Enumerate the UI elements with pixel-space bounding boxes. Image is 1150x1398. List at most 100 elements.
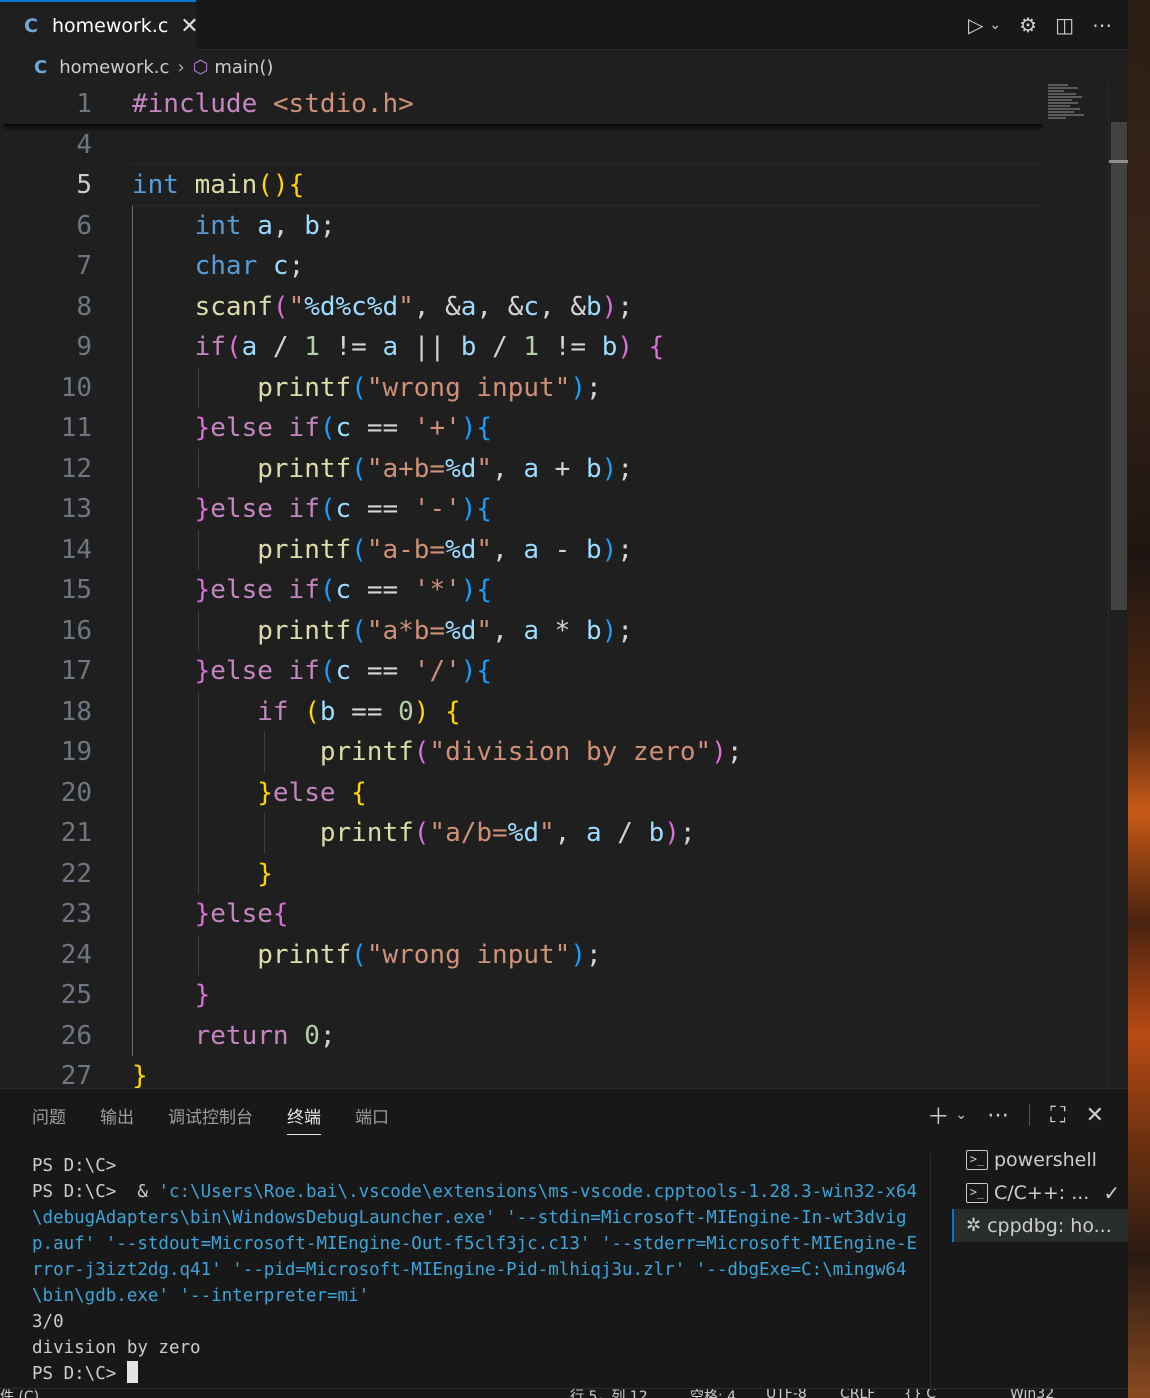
code-line[interactable]: 11 }else if(c == '+'){	[0, 408, 1108, 448]
code-line[interactable]: 23 }else{	[0, 894, 1108, 934]
code-line[interactable]: 13 }else if(c == '-'){	[0, 489, 1108, 529]
terminal-icon: >_	[966, 1182, 988, 1203]
tab-homework-c[interactable]: C homework.c ✕	[0, 0, 199, 50]
panel-tab[interactable]: 调试控制台	[168, 1103, 253, 1135]
status-platform[interactable]: Win32	[1010, 1389, 1054, 1398]
token: "division by zero"	[429, 737, 712, 767]
symbol-method-icon: ⬡	[192, 56, 209, 78]
status-eol[interactable]: CRLF	[840, 1389, 875, 1398]
token: #include	[132, 89, 258, 119]
code-line[interactable]: 10 printf("wrong input");	[0, 368, 1108, 408]
run-icon[interactable]: ▷	[968, 13, 983, 37]
code-line[interactable]: 9 if(a / 1 != a || b / 1 != b) {	[0, 327, 1108, 367]
scrollbar-thumb[interactable]	[1111, 122, 1127, 610]
code-line[interactable]: 16 printf("a*b=%d", a * b);	[0, 611, 1108, 651]
code-text: }else if(c == '+'){	[132, 408, 492, 448]
line-number: 6	[76, 210, 92, 241]
line-number: 7	[76, 251, 92, 281]
add-terminal-icon[interactable]: ＋	[927, 1099, 949, 1131]
status-cursor-position[interactable]: 行 5，列 12	[570, 1389, 648, 1398]
code-line[interactable]: 5 int main(){	[0, 165, 1108, 205]
code-text: }else{	[132, 894, 289, 934]
check-icon: ✓	[1103, 1180, 1121, 1205]
code-line[interactable]: 12 printf("a+b=%d", a + b);	[0, 449, 1108, 489]
token: {	[476, 575, 493, 605]
code-line[interactable]: 24 printf("wrong input");	[0, 935, 1108, 975]
code-line[interactable]: 18 if (b == 0) {	[0, 692, 1108, 732]
token: ,	[492, 453, 524, 484]
terminal-item-powershell[interactable]: >_ powershell	[952, 1143, 1128, 1176]
token: '-'	[413, 494, 461, 524]
token: ;	[585, 372, 602, 403]
code-line[interactable]: 1 #include <stdio.h>	[0, 84, 1108, 124]
breadcrumb-symbol[interactable]: main()	[214, 57, 273, 78]
panel-tab[interactable]: 输出	[100, 1103, 134, 1135]
token: }	[194, 575, 211, 605]
line-number: 17	[60, 656, 92, 686]
token: printf	[257, 615, 352, 646]
code-line[interactable]: 22 }	[0, 854, 1108, 894]
code-text: printf("wrong input");	[132, 368, 602, 408]
close-panel-icon[interactable]: ✕	[1086, 1103, 1104, 1128]
code-line[interactable]: 7 char c;	[0, 246, 1108, 286]
panel-tab[interactable]: 问题	[32, 1103, 66, 1135]
code-line[interactable]: 26 return 0;	[0, 1016, 1108, 1056]
code-line[interactable]: 25 }	[0, 975, 1108, 1015]
more-icon[interactable]: ⋯	[1092, 13, 1112, 37]
token: int	[194, 210, 242, 241]
code-editor[interactable]: 1 #include <stdio.h> 4 5 int main(){6 int a,…	[0, 84, 1128, 1088]
token: /	[601, 818, 649, 848]
line-number: 13	[60, 494, 92, 524]
status-encoding[interactable]: UTF-8	[766, 1389, 807, 1398]
code-line[interactable]: 19 printf("division by zero");	[0, 732, 1108, 772]
token: ;	[617, 453, 633, 484]
code-line[interactable]: 17 }else if(c == '/'){	[0, 651, 1108, 691]
bug-icon: ✲	[966, 1215, 982, 1236]
token: *	[539, 615, 586, 646]
desktop-background	[1128, 0, 1150, 1398]
code-line[interactable]: 14 printf("a-b=%d", a - b);	[0, 530, 1108, 570]
gear-icon[interactable]: ⚙	[1019, 13, 1037, 37]
editor-scrollbar[interactable]	[1108, 84, 1128, 1088]
token: <stdio.h>	[272, 89, 414, 119]
chevron-down-icon[interactable]: ⌄	[989, 17, 1001, 33]
token: else	[210, 899, 273, 929]
terminal-output[interactable]: PS D:\C> PS D:\C> & 'c:\Users\Roe.bai\.v…	[32, 1153, 924, 1387]
code-line[interactable]: 27}	[0, 1056, 1108, 1088]
panel-tab[interactable]: 终端	[287, 1103, 321, 1135]
minimap[interactable]	[1048, 84, 1096, 144]
token: printf	[257, 534, 352, 565]
terminal-item-cppdbg[interactable]: ✲ cppdbg: ho...	[952, 1209, 1128, 1242]
line-number: 26	[60, 1020, 92, 1051]
code-line[interactable]: 21 printf("a/b=%d", a / b);	[0, 813, 1108, 853]
code-line[interactable]: 6 int a, b;	[0, 206, 1108, 246]
more-icon[interactable]: ⋯	[987, 1103, 1009, 1128]
maximize-panel-icon[interactable]: ⛶	[1050, 1103, 1065, 1128]
chevron-down-icon[interactable]: ⌄	[955, 1107, 967, 1123]
status-left[interactable]: 件 (C)	[0, 1389, 39, 1398]
token: ;	[726, 737, 743, 767]
status-indentation[interactable]: 空格: 4	[690, 1389, 736, 1398]
code-line[interactable]: 8 scanf("%d%c%d", &a, &c, &b);	[0, 287, 1108, 327]
status-language[interactable]: {} C	[904, 1389, 936, 1398]
token: }	[194, 980, 211, 1010]
token: (	[272, 291, 289, 322]
code-line[interactable]: 4	[0, 125, 1108, 165]
close-icon[interactable]: ✕	[180, 14, 198, 39]
token: )	[570, 372, 586, 403]
code-line[interactable]: 20 }else {	[0, 773, 1108, 813]
code-text: printf("a/b=%d", a / b);	[132, 813, 696, 853]
breadcrumb-file[interactable]: homework.c	[59, 57, 169, 78]
panel-tab[interactable]: 端口	[355, 1103, 389, 1135]
line-number: 24	[60, 939, 92, 970]
split-editor-icon[interactable]: ◫	[1055, 13, 1074, 37]
token: (	[351, 372, 367, 403]
code-line[interactable]: 15 }else if(c == '*'){	[0, 570, 1108, 610]
terminal-item-cpp[interactable]: >_ C/C++: ... ✓	[952, 1176, 1128, 1209]
